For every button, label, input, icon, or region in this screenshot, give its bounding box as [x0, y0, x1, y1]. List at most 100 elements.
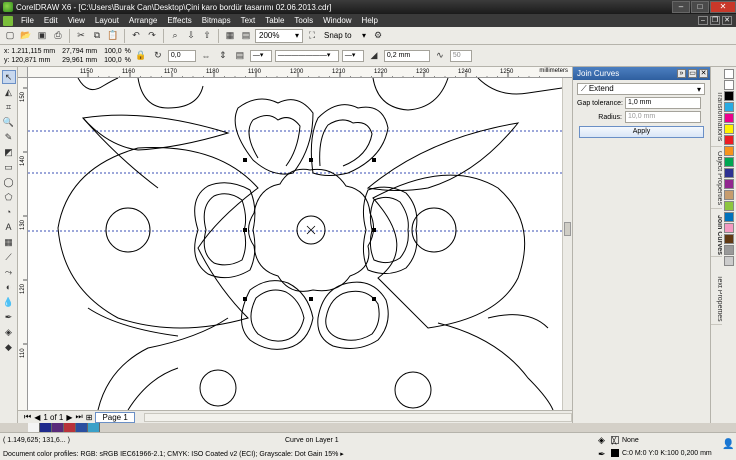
left-outer-leaf[interactable]	[57, 147, 259, 329]
page-tab[interactable]: Page 1	[95, 411, 135, 423]
swatch-dark-blue[interactable]	[724, 212, 734, 222]
user-icon[interactable]: 👤	[722, 439, 734, 450]
horizontal-scrollbar[interactable]	[143, 412, 572, 422]
palette-swatch[interactable]	[64, 423, 76, 432]
blend-tool-icon[interactable]: ◐	[2, 280, 16, 294]
maximize-button[interactable]: □	[691, 1, 709, 13]
swatch-purple[interactable]	[724, 179, 734, 189]
node-handle[interactable]	[309, 297, 313, 301]
copy-icon[interactable]: ⧉	[90, 29, 104, 43]
circle-ornament[interactable]	[105, 207, 151, 253]
export-icon[interactable]: ⇧	[200, 29, 214, 43]
swatch-blue[interactable]	[724, 168, 734, 178]
dimension-tool-icon[interactable]: ⟋	[2, 250, 16, 264]
height-field[interactable]: 29,961 mm	[62, 56, 97, 65]
snap-to-dropdown[interactable]: Snap to ▾	[321, 28, 369, 43]
swatch-yellow[interactable]	[724, 124, 734, 134]
start-arrowhead-select[interactable]: —▾	[249, 49, 272, 62]
menu-view[interactable]: View	[63, 16, 90, 25]
node-handle[interactable]	[372, 228, 376, 232]
swatch-green[interactable]	[724, 157, 734, 167]
top-petal-shape[interactable]	[372, 78, 449, 111]
menu-bitmaps[interactable]: Bitmaps	[197, 16, 236, 25]
lock-ratio-icon[interactable]: 🔒	[134, 49, 148, 63]
search-content-icon[interactable]: ⌕	[168, 29, 182, 43]
menu-edit[interactable]: Edit	[39, 16, 63, 25]
vertical-scrollbar[interactable]	[562, 78, 572, 410]
cut-icon[interactable]: ✂	[74, 29, 88, 43]
paste-icon[interactable]: 📋	[106, 29, 120, 43]
connector-tool-icon[interactable]: ⤳	[2, 265, 16, 279]
flower-petal-inner[interactable]	[325, 290, 380, 341]
node-handle[interactable]	[243, 158, 247, 162]
freehand-tool-icon[interactable]: ✎	[2, 130, 16, 144]
options-gear-icon[interactable]: ⚙	[371, 29, 385, 43]
flower-petal-inner[interactable]	[250, 289, 305, 342]
swatch-pink[interactable]	[724, 223, 734, 233]
rectangle-tool-icon[interactable]: ▭	[2, 160, 16, 174]
outline-pen-icon[interactable]: ✒	[2, 310, 16, 324]
swatch-tan[interactable]	[724, 190, 734, 200]
node-handle[interactable]	[309, 158, 313, 162]
shape-tool-icon[interactable]: ◭	[2, 85, 16, 99]
menu-tools[interactable]: Tools	[289, 16, 318, 25]
new-document-icon[interactable]: ▢	[3, 29, 17, 43]
join-mode-dropdown[interactable]: ⟋ Extend ▾	[577, 83, 705, 95]
swatch-orange[interactable]	[724, 146, 734, 156]
swatch-magenta[interactable]	[724, 113, 734, 123]
menu-effects[interactable]: Effects	[162, 16, 196, 25]
smart-fill-icon[interactable]: ◩	[2, 145, 16, 159]
apply-button[interactable]: Apply	[579, 126, 704, 138]
add-page-icon[interactable]: ⊞	[86, 413, 93, 422]
node-handle[interactable]	[372, 297, 376, 301]
palette-swatch-none[interactable]	[28, 423, 40, 432]
ellipse-tool-icon[interactable]: ◯	[2, 175, 16, 189]
palette-swatch[interactable]	[52, 423, 64, 432]
fill-bucket-icon[interactable]: ◈	[2, 325, 16, 339]
swatch-black[interactable]	[724, 91, 734, 101]
swatch-red[interactable]	[724, 135, 734, 145]
lower-stem[interactable]	[437, 322, 554, 410]
mirror-horizontal-icon[interactable]: ⇔	[199, 49, 213, 63]
flower-petal-top-right[interactable]	[310, 104, 389, 176]
circle-ornament[interactable]	[411, 207, 457, 253]
doc-restore-button[interactable]: ❐	[710, 16, 720, 25]
lower-stem[interactable]	[127, 367, 179, 410]
doc-close-button[interactable]: ✕	[722, 16, 732, 25]
palette-swatch[interactable]	[40, 423, 52, 432]
lower-stem[interactable]	[97, 317, 229, 410]
next-page-icon[interactable]: ▶	[66, 413, 72, 422]
scale-y-field[interactable]: 100,0	[104, 56, 122, 65]
swatch-brown[interactable]	[724, 234, 734, 244]
menu-help[interactable]: Help	[357, 16, 383, 25]
gap-tolerance-field[interactable]: 1,0 mm	[625, 97, 701, 109]
swatch-white[interactable]	[724, 80, 734, 90]
flower-petal-inner[interactable]	[203, 193, 247, 266]
width-field[interactable]: 27,794 mm	[62, 47, 97, 56]
print-icon[interactable]: ⎙	[51, 29, 65, 43]
save-icon[interactable]: ▣	[35, 29, 49, 43]
menu-layout[interactable]: Layout	[90, 16, 124, 25]
scale-x-field[interactable]: 100,0	[104, 47, 122, 56]
interactive-fill-icon[interactable]: ◆	[2, 340, 16, 354]
redo-icon[interactable]: ↷	[145, 29, 159, 43]
selection-nodes[interactable]	[243, 158, 376, 301]
doc-minimize-button[interactable]: –	[698, 16, 708, 25]
left-leaf[interactable]	[82, 114, 230, 151]
swatch-cyan[interactable]	[724, 102, 734, 112]
swatch-lime[interactable]	[724, 201, 734, 211]
swatch-none[interactable]	[724, 69, 734, 79]
open-folder-icon[interactable]: 📂	[19, 29, 33, 43]
smoothing-field[interactable]: 50	[449, 49, 472, 62]
center-marker-x[interactable]	[306, 225, 316, 235]
first-page-icon[interactable]: ⏮	[24, 412, 31, 422]
flower-petal-inner[interactable]	[248, 115, 301, 167]
flower-petal-bottom-right[interactable]	[317, 281, 389, 349]
flower-petal-inner[interactable]	[319, 119, 373, 167]
swatch-light-gray[interactable]	[724, 256, 734, 266]
minimize-button[interactable]: –	[672, 1, 690, 13]
menu-text[interactable]: Text	[236, 16, 261, 25]
top-leaf-shape[interactable]	[77, 78, 119, 91]
full-screen-icon[interactable]: ⛶	[305, 29, 319, 43]
y-position-field[interactable]: y: 120,871 mm	[4, 56, 55, 65]
